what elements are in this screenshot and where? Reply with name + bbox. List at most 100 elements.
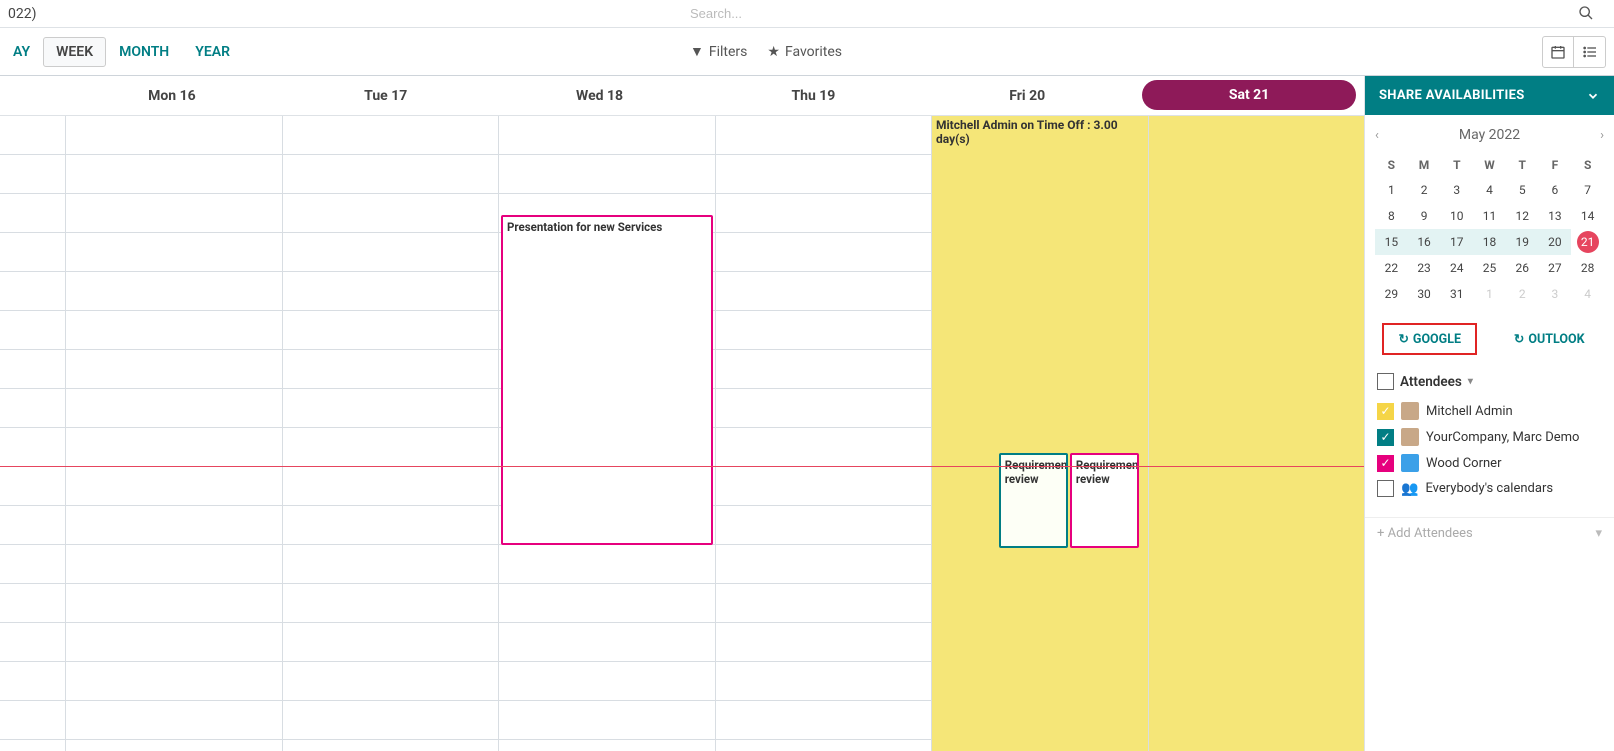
attendee-checkbox[interactable]: ✓	[1377, 403, 1394, 420]
view-switcher: AY WEEK MONTH YEAR	[0, 37, 243, 67]
attendee-name: YourCompany, Marc Demo	[1426, 430, 1579, 445]
attendee-name: Everybody's calendars	[1425, 481, 1553, 496]
add-attendees[interactable]: + Add Attendees ▾	[1365, 517, 1614, 549]
mini-cal-day[interactable]: 2	[1408, 177, 1441, 203]
search-wrap	[690, 6, 1594, 21]
mini-cal-day[interactable]: 9	[1408, 203, 1441, 229]
mini-cal-day[interactable]: 27	[1539, 255, 1572, 281]
mini-cal-day[interactable]: 3	[1539, 281, 1572, 307]
mini-cal-day[interactable]: 20	[1539, 229, 1572, 255]
share-availabilities-button[interactable]: SHARE AVAILABILITIES	[1365, 76, 1614, 115]
attendees-title-row[interactable]: Attendees ▾	[1377, 373, 1602, 398]
view-month[interactable]: MONTH	[106, 37, 182, 67]
day-mon[interactable]: Mon 16	[65, 76, 279, 115]
mini-cal-day[interactable]: 15	[1375, 229, 1408, 255]
col-thu[interactable]	[715, 116, 932, 751]
mini-cal-day[interactable]: 16	[1408, 229, 1441, 255]
col-sat[interactable]	[1148, 116, 1365, 751]
day-wed[interactable]: Wed 18	[493, 76, 707, 115]
share-label: SHARE AVAILABILITIES	[1379, 88, 1525, 103]
mini-cal-grid: SMTWTFS123456789101112131415161718192021…	[1375, 153, 1604, 307]
mini-cal-day[interactable]: 29	[1375, 281, 1408, 307]
prev-month-icon[interactable]: ‹	[1375, 128, 1379, 143]
day-sat[interactable]: Sat 21	[1142, 80, 1356, 110]
view-day[interactable]: AY	[0, 37, 43, 67]
favorites-button[interactable]: ★ Favorites	[767, 43, 842, 60]
mini-cal-day[interactable]: 5	[1506, 177, 1539, 203]
mini-cal-day[interactable]: 23	[1408, 255, 1441, 281]
attendee-checkbox[interactable]	[1377, 480, 1394, 497]
mini-cal-day[interactable]: 2	[1506, 281, 1539, 307]
mini-cal-day[interactable]: 3	[1440, 177, 1473, 203]
attendee-row[interactable]: ✓Mitchell Admin	[1377, 398, 1602, 424]
mini-cal-day[interactable]: 30	[1408, 281, 1441, 307]
attendees-list: ✓Mitchell Admin✓YourCompany, Marc Demo✓W…	[1377, 398, 1602, 501]
attendee-checkbox[interactable]: ✓	[1377, 455, 1394, 472]
mini-cal-day[interactable]: 31	[1440, 281, 1473, 307]
sidebar: SHARE AVAILABILITIES ‹ May 2022 › SMTWTF…	[1364, 76, 1614, 751]
event-timeoff[interactable]: Mitchell Admin on Time Off : 3.00 day(s)	[932, 116, 1148, 162]
gutter	[0, 76, 65, 115]
attendee-name: Wood Corner	[1426, 456, 1501, 471]
day-fri[interactable]: Fri 20	[920, 76, 1134, 115]
mini-cal-day[interactable]: 28	[1571, 255, 1604, 281]
attendee-checkbox[interactable]: ✓	[1377, 429, 1394, 446]
google-label: GOOGLE	[1413, 332, 1461, 347]
view-week[interactable]: WEEK	[43, 37, 106, 67]
mini-cal-day[interactable]: 26	[1506, 255, 1539, 281]
dropdown-caret-icon: ▾	[1595, 526, 1602, 541]
mini-cal-day[interactable]: 1	[1473, 281, 1506, 307]
col-wed[interactable]: Presentation for new Services	[498, 116, 715, 751]
calendar-view-icon[interactable]	[1542, 36, 1574, 68]
mini-cal-day[interactable]: 8	[1375, 203, 1408, 229]
mini-cal-day[interactable]: 6	[1539, 177, 1572, 203]
sync-google-button[interactable]: ↻ GOOGLE	[1382, 323, 1477, 355]
mini-cal-dow: S	[1375, 153, 1408, 177]
event-req1[interactable]: Requirements review	[999, 453, 1068, 548]
attendee-row[interactable]: 👥 Everybody's calendars	[1377, 476, 1602, 501]
col-tue[interactable]	[282, 116, 499, 751]
mini-cal-day[interactable]: 19	[1506, 229, 1539, 255]
mini-cal-day[interactable]: 4	[1571, 281, 1604, 307]
mini-cal-day[interactable]: 11	[1473, 203, 1506, 229]
mini-cal-title: May 2022	[1459, 127, 1520, 143]
sync-outlook-button[interactable]: ↻ OUTLOOK	[1502, 323, 1597, 355]
mini-cal-day[interactable]: 14	[1571, 203, 1604, 229]
mini-cal-day[interactable]: 12	[1506, 203, 1539, 229]
view-year[interactable]: YEAR	[182, 37, 243, 67]
search-icon[interactable]	[1578, 5, 1594, 21]
mini-cal-day[interactable]: 10	[1440, 203, 1473, 229]
day-thu[interactable]: Thu 19	[706, 76, 920, 115]
mini-cal-day[interactable]: 21	[1577, 231, 1599, 253]
mini-cal-day[interactable]: 22	[1375, 255, 1408, 281]
group-icon: 👥	[1401, 481, 1418, 497]
mini-cal-day[interactable]: 4	[1473, 177, 1506, 203]
mini-calendar: ‹ May 2022 › SMTWTFS12345678910111213141…	[1365, 115, 1614, 315]
mini-cal-day[interactable]: 13	[1539, 203, 1572, 229]
mini-cal-day[interactable]: 25	[1473, 255, 1506, 281]
day-columns: Presentation for new Services Mitchell A…	[0, 116, 1364, 751]
search-input[interactable]	[690, 6, 1594, 21]
mini-cal-day[interactable]: 7	[1571, 177, 1604, 203]
outlook-label: OUTLOOK	[1528, 332, 1584, 347]
mini-cal-day[interactable]: 1	[1375, 177, 1408, 203]
attendee-row[interactable]: ✓ YourCompany, Marc Demo	[1377, 424, 1602, 450]
list-view-icon[interactable]	[1574, 36, 1606, 68]
next-month-icon[interactable]: ›	[1600, 128, 1604, 143]
favorites-label: Favorites	[785, 44, 842, 60]
mini-cal-header: ‹ May 2022 ›	[1375, 123, 1604, 153]
filters-button[interactable]: ▼ Filters	[690, 43, 747, 60]
event-req2[interactable]: Requirements review	[1070, 453, 1139, 548]
mini-cal-day[interactable]: 24	[1440, 255, 1473, 281]
attendees-checkbox[interactable]	[1377, 373, 1394, 390]
mini-cal-dow: T	[1506, 153, 1539, 177]
col-fri[interactable]: Mitchell Admin on Time Off : 3.00 day(s)…	[931, 116, 1148, 751]
day-tue[interactable]: Tue 17	[279, 76, 493, 115]
grid[interactable]: Presentation for new Services Mitchell A…	[0, 116, 1364, 751]
day-headers: Mon 16 Tue 17 Wed 18 Thu 19 Fri 20 Sat 2…	[0, 76, 1364, 116]
col-mon[interactable]	[65, 116, 282, 751]
event-presentation[interactable]: Presentation for new Services	[501, 215, 713, 545]
attendee-row[interactable]: ✓ Wood Corner	[1377, 450, 1602, 476]
mini-cal-day[interactable]: 18	[1473, 229, 1506, 255]
mini-cal-day[interactable]: 17	[1440, 229, 1473, 255]
